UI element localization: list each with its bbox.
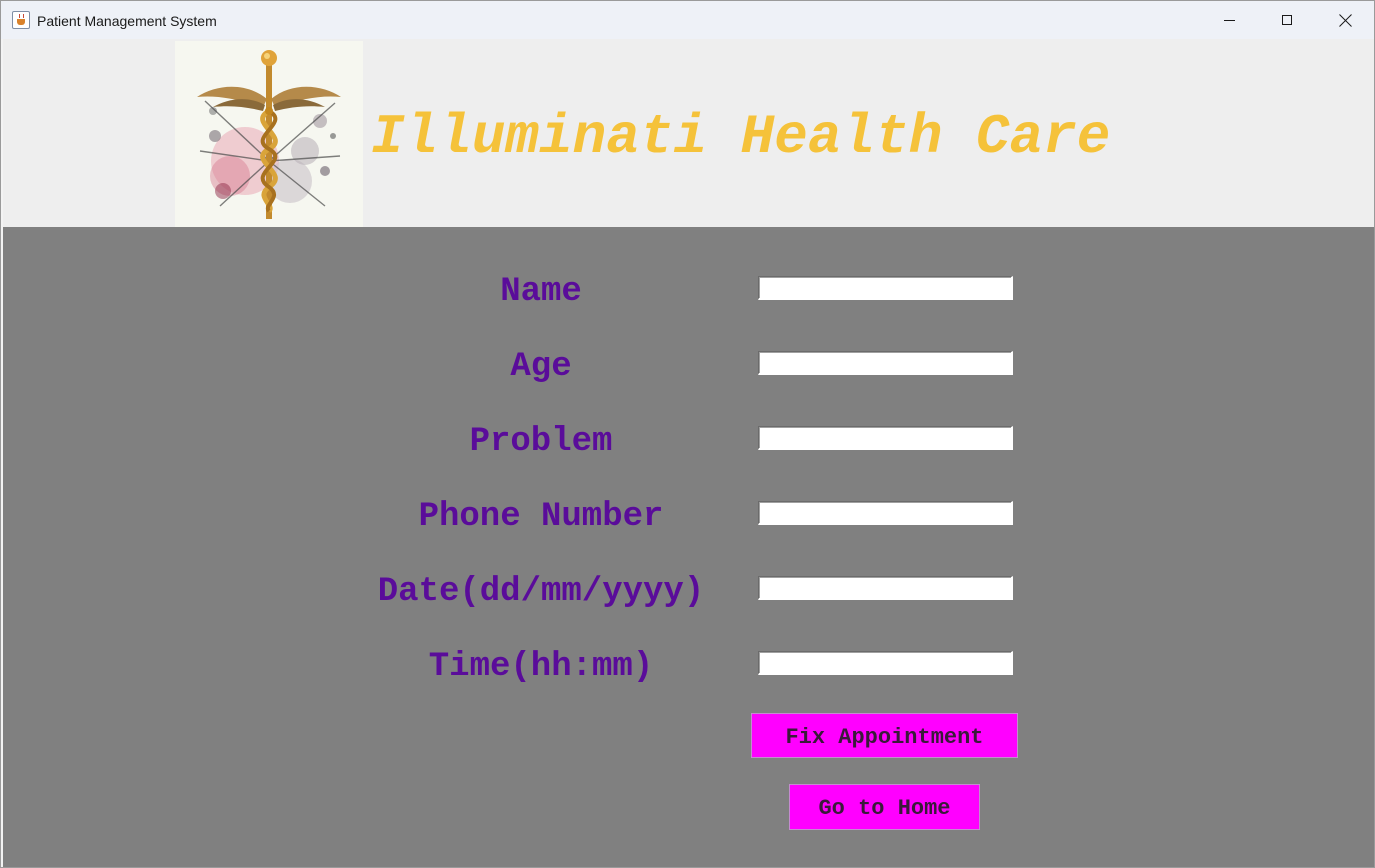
window-title: Patient Management System bbox=[37, 13, 217, 29]
app-window: Patient Management System Illuminati Hea… bbox=[0, 0, 1375, 868]
appointment-form: Name Age Problem Phone Number Date(dd/mm… bbox=[3, 227, 1374, 867]
date-input[interactable] bbox=[758, 576, 1013, 600]
java-cup-icon bbox=[12, 11, 30, 29]
name-input[interactable] bbox=[758, 276, 1013, 300]
minimize-icon bbox=[1224, 20, 1235, 21]
close-icon bbox=[1339, 14, 1352, 27]
age-input[interactable] bbox=[758, 351, 1013, 375]
header-panel: Illuminati Health Care bbox=[3, 39, 1374, 227]
go-to-home-button[interactable]: Go to Home bbox=[789, 784, 980, 830]
name-label: Name bbox=[500, 273, 582, 311]
age-label: Age bbox=[510, 348, 572, 386]
title-bar[interactable]: Patient Management System bbox=[1, 1, 1374, 39]
date-label: Date(dd/mm/yyyy) bbox=[377, 573, 705, 611]
phone-number-label: Phone Number bbox=[418, 498, 664, 536]
maximize-button[interactable] bbox=[1258, 1, 1316, 39]
time-label: Time(hh:mm) bbox=[428, 648, 654, 686]
caduceus-logo bbox=[175, 41, 363, 227]
caduceus-logo-graphic bbox=[175, 41, 363, 227]
problem-label: Problem bbox=[469, 423, 613, 461]
close-button[interactable] bbox=[1316, 1, 1374, 39]
fix-appointment-button[interactable]: Fix Appointment bbox=[751, 713, 1018, 758]
maximize-icon bbox=[1282, 15, 1292, 25]
minimize-button[interactable] bbox=[1200, 1, 1258, 39]
phone-number-input[interactable] bbox=[758, 501, 1013, 525]
problem-input[interactable] bbox=[758, 426, 1013, 450]
time-input[interactable] bbox=[758, 651, 1013, 675]
hospital-name: Illuminati Health Care bbox=[371, 105, 1111, 169]
